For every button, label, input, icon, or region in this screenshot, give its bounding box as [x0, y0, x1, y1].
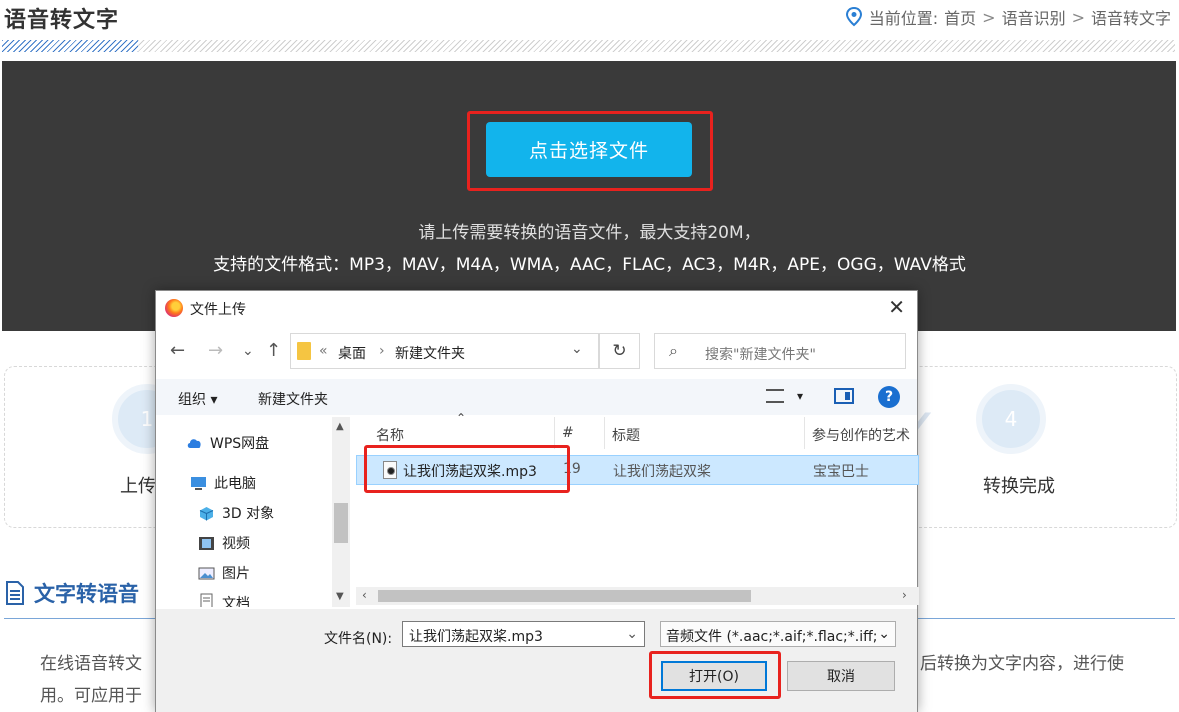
breadcrumb-home[interactable]: 首页	[944, 5, 976, 29]
address-chevrons: «	[319, 343, 328, 359]
column-separator[interactable]	[804, 417, 805, 449]
forward-icon[interactable]: →	[208, 340, 223, 361]
new-folder-button[interactable]: 新建文件夹	[258, 389, 328, 409]
nav-item-documents[interactable]: 文档	[198, 593, 250, 607]
address-separator: ›	[379, 343, 385, 359]
help-icon[interactable]: ?	[878, 386, 900, 408]
nav-item-label: 图片	[222, 566, 250, 582]
nav-item-wps-cloud[interactable]: WPS网盘	[186, 433, 269, 453]
view-dropdown-icon[interactable]: ▾	[797, 389, 803, 403]
navigation-bar: ← → ⌄ ↑ « 桌面 › 新建文件夹 ⌄ ↻ ⌕ 搜索"新建文件夹"	[156, 331, 917, 371]
search-input[interactable]: ⌕ 搜索"新建文件夹"	[654, 333, 906, 369]
search-icon: ⌕	[669, 341, 678, 360]
column-header-artist[interactable]: 参与创作的艺术	[812, 425, 910, 445]
column-header-name[interactable]: 名称	[376, 425, 404, 445]
picture-icon	[198, 567, 215, 579]
scrollbar-thumb[interactable]	[334, 503, 348, 543]
intro-text-left: 在线语音转文	[40, 654, 142, 674]
computer-icon	[191, 476, 206, 490]
column-separator[interactable]	[604, 417, 605, 449]
column-header-number[interactable]: #	[562, 425, 574, 441]
highlight-selected-file	[364, 445, 570, 493]
nav-item-label: 视频	[222, 536, 250, 552]
column-header-title[interactable]: 标题	[612, 425, 640, 445]
breadcrumb: 当前位置: 首页 > 语音识别 > 语音转文字	[845, 5, 1171, 29]
firefox-icon	[165, 299, 183, 317]
address-bar[interactable]: « 桌面 › 新建文件夹 ⌄	[290, 333, 599, 369]
file-title: 让我们荡起双桨	[613, 464, 711, 480]
preview-pane-icon[interactable]	[834, 388, 854, 404]
cube-icon	[199, 506, 214, 520]
file-type-select[interactable]: 音频文件 (*.aac;*.aif;*.flac;*.iff; ⌄	[660, 621, 896, 647]
scroll-left-icon[interactable]: ‹	[362, 588, 367, 602]
search-placeholder: 搜索"新建文件夹"	[705, 347, 816, 363]
folder-icon	[297, 342, 311, 360]
nav-item-label: 文档	[222, 596, 250, 607]
document-icon	[200, 593, 213, 607]
file-type-value: 音频文件 (*.aac;*.aif;*.flac;*.iff;	[666, 629, 878, 645]
nav-item-3d-objects[interactable]: 3D 对象	[198, 503, 274, 523]
filename-input[interactable]: 让我们荡起双桨.mp3 ⌄	[402, 621, 645, 647]
back-icon[interactable]: ←	[170, 340, 185, 361]
view-options-icon[interactable]	[766, 389, 784, 403]
breadcrumb-prefix: 当前位置:	[868, 9, 939, 28]
filename-label: 文件名(N):	[324, 631, 393, 647]
upload-hint-size: 请上传需要转换的语音文件，最大支持20M，	[418, 223, 761, 243]
intro-text-line2: 用。可应用于	[40, 686, 142, 706]
up-folder-icon[interactable]: ↑	[266, 340, 281, 361]
upload-hint-formats: 支持的文件格式：MP3，MAV，M4A，WMA，AAC，FLAC，AC3，M4R…	[213, 255, 966, 275]
address-crumb-new-folder[interactable]: 新建文件夹	[395, 343, 465, 363]
nav-item-label: 此电脑	[214, 476, 256, 492]
step-1-label: 上传	[120, 476, 156, 497]
filename-dropdown-icon[interactable]: ⌄	[626, 626, 638, 642]
nav-item-videos[interactable]: 视频	[198, 533, 250, 553]
address-crumb-desktop[interactable]: 桌面	[338, 343, 366, 363]
step-4-circle: 4	[976, 384, 1046, 454]
file-list-horizontal-scrollbar[interactable]: ‹ ›	[356, 587, 919, 605]
scrollbar-thumb[interactable]	[378, 590, 751, 602]
cancel-button[interactable]: 取消	[787, 661, 895, 691]
highlight-choose-button	[467, 111, 713, 191]
organize-menu[interactable]: 组织 ▾	[178, 389, 217, 409]
intro-text-right: 后转换为文字内容，进行使	[920, 654, 1124, 674]
scroll-down-icon[interactable]: ▼	[336, 591, 344, 602]
filename-value: 让我们荡起双桨.mp3	[409, 629, 543, 645]
refresh-icon[interactable]: ↻	[599, 333, 640, 369]
cloud-icon	[187, 438, 201, 448]
dialog-footer: 文件名(N): 让我们荡起双桨.mp3 ⌄ 音频文件 (*.aac;*.aif;…	[156, 609, 917, 712]
header-divider	[2, 40, 1175, 52]
page-title: 语音转文字	[4, 8, 120, 33]
nav-item-label: WPS网盘	[210, 436, 270, 452]
dialog-toolbar: 组织 ▾ 新建文件夹 ▾ ?	[156, 379, 917, 415]
video-icon	[199, 536, 214, 550]
address-dropdown-icon[interactable]: ⌄	[571, 341, 583, 357]
sort-indicator-icon: ⌃	[456, 411, 467, 425]
file-type-dropdown-icon[interactable]: ⌄	[876, 626, 890, 642]
section-title-text: 文字转语音	[34, 582, 139, 606]
breadcrumb-current: 语音转文字	[1090, 9, 1171, 28]
file-artist: 宝宝巴士	[813, 464, 869, 480]
nav-item-this-pc[interactable]: 此电脑	[190, 473, 256, 493]
document-icon	[6, 581, 24, 605]
navigation-pane-scrollbar[interactable]: ▲ ▼	[332, 417, 350, 607]
section-title: 文字转语音	[4, 578, 139, 608]
close-icon[interactable]: ✕	[888, 295, 905, 319]
header-divider-accent	[2, 40, 138, 52]
nav-item-pictures[interactable]: 图片	[198, 563, 250, 583]
nav-item-label: 3D 对象	[222, 506, 275, 522]
recent-locations-icon[interactable]: ⌄	[242, 343, 254, 359]
dialog-title: 文件上传	[190, 302, 246, 318]
highlight-open-button	[649, 651, 781, 699]
scroll-right-icon[interactable]: ›	[902, 588, 907, 602]
scroll-up-icon[interactable]: ▲	[336, 421, 344, 432]
navigation-pane: WPS网盘 此电脑 3D 对象 视频 图片 文档	[156, 417, 350, 607]
file-upload-dialog: 文件上传 ✕ ← → ⌄ ↑ « 桌面 › 新建文件夹 ⌄ ↻ ⌕ 搜索"新建文…	[155, 290, 919, 712]
breadcrumb-separator: >	[982, 7, 996, 27]
dialog-titlebar: 文件上传 ✕	[156, 291, 917, 327]
step-4-label: 转换完成	[983, 476, 1055, 497]
location-pin-icon	[845, 7, 862, 27]
breadcrumb-separator: >	[1071, 7, 1085, 27]
breadcrumb-speech-recognition[interactable]: 语音识别	[1002, 5, 1066, 29]
